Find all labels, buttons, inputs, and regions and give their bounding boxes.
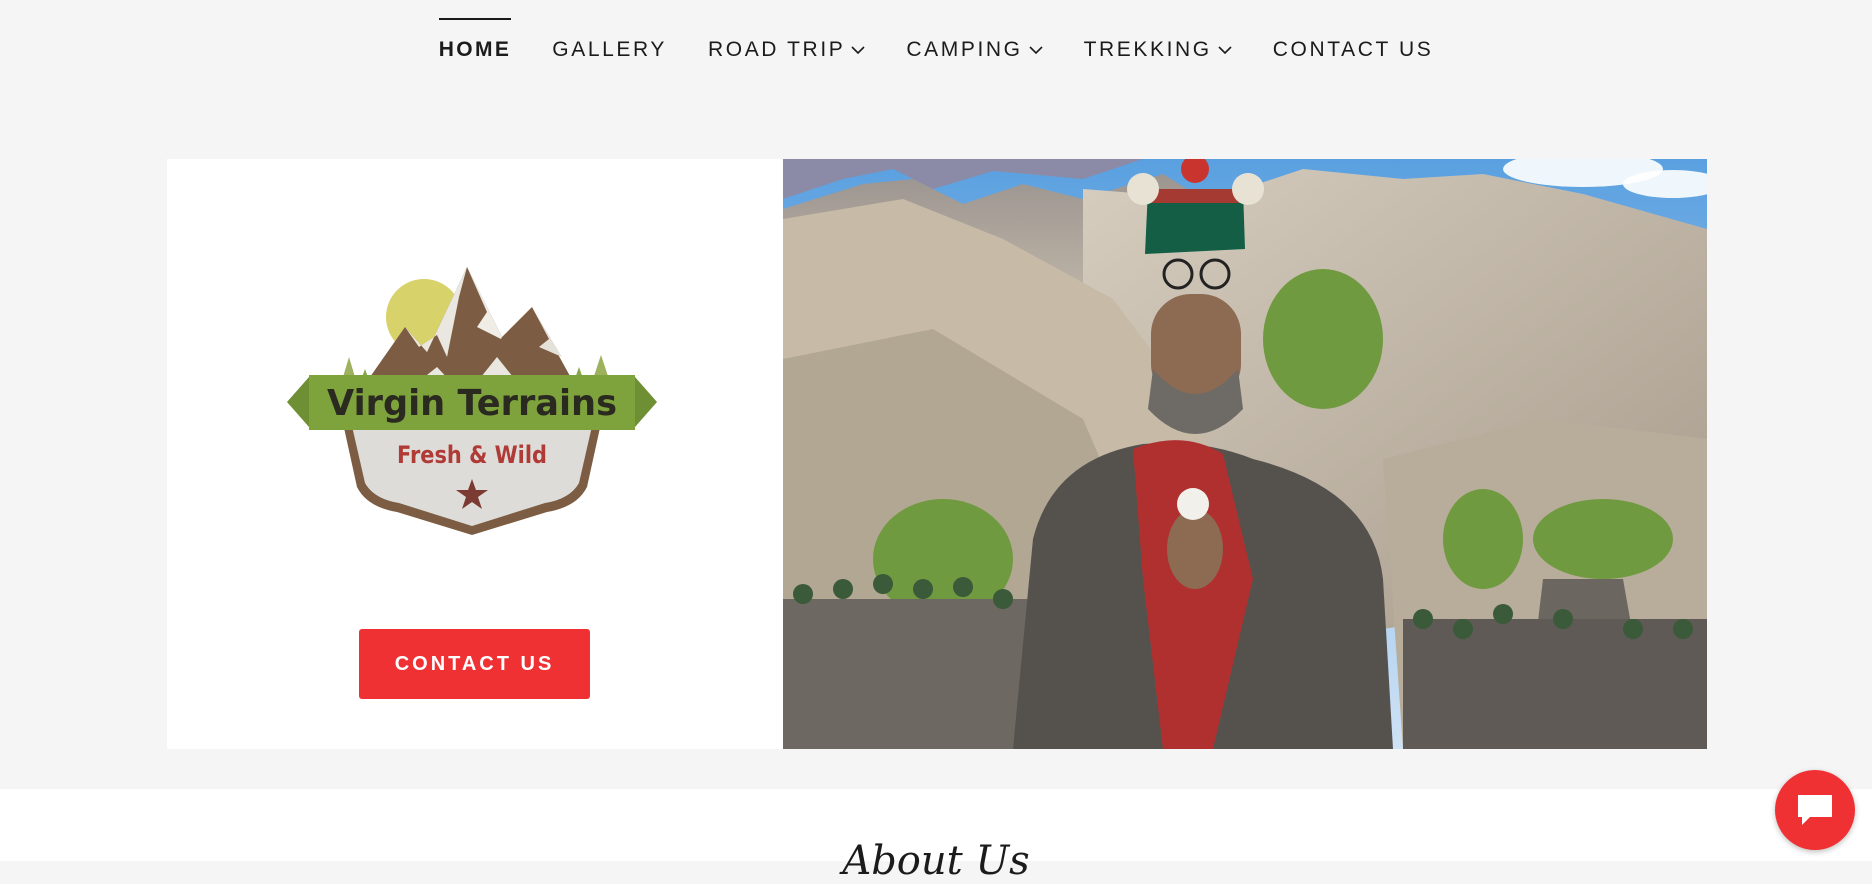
hero-photo — [783, 159, 1707, 749]
nav-list: HOME GALLERY ROAD TRIP CAMPING TREKKING … — [438, 18, 1434, 62]
chevron-down-icon — [1029, 46, 1043, 55]
nav-item-label: CONTACT US — [1272, 38, 1434, 61]
nav-item-label: TREKKING — [1083, 38, 1212, 61]
logo-tagline: Fresh & Wild — [397, 441, 547, 469]
hero-photo-illustration — [783, 159, 1707, 749]
chevron-down-icon — [851, 46, 865, 55]
virgin-terrains-logo: Virgin Terrains Fresh & Wild — [287, 267, 657, 535]
nav-item-label: HOME — [438, 38, 512, 61]
nav-item-trekking[interactable]: TREKKING — [1084, 18, 1232, 62]
nav-item-label: CAMPING — [906, 38, 1023, 61]
nav-item-camping[interactable]: CAMPING — [906, 18, 1043, 62]
about-section: About Us — [0, 789, 1872, 881]
nav-item-contact-us[interactable]: CONTACT US — [1273, 18, 1434, 62]
chat-button[interactable] — [1775, 770, 1855, 850]
nav-item-label: ROAD TRIP — [708, 38, 846, 61]
chevron-down-icon — [1218, 46, 1232, 55]
about-title: About Us — [842, 838, 1030, 884]
nav-item-gallery[interactable]: GALLERY — [552, 18, 667, 62]
contact-us-button[interactable]: CONTACT US — [359, 629, 590, 699]
nav-item-road-trip[interactable]: ROAD TRIP — [708, 18, 865, 62]
logo-title: Virgin Terrains — [327, 383, 617, 424]
nav-item-home[interactable]: HOME — [438, 18, 512, 62]
main-nav: HOME GALLERY ROAD TRIP CAMPING TREKKING … — [0, 0, 1872, 100]
hero-brand-panel: Virgin Terrains Fresh & Wild CONTACT US — [167, 159, 783, 749]
nav-item-label: GALLERY — [552, 38, 667, 61]
chat-bubble-icon — [1798, 795, 1832, 825]
